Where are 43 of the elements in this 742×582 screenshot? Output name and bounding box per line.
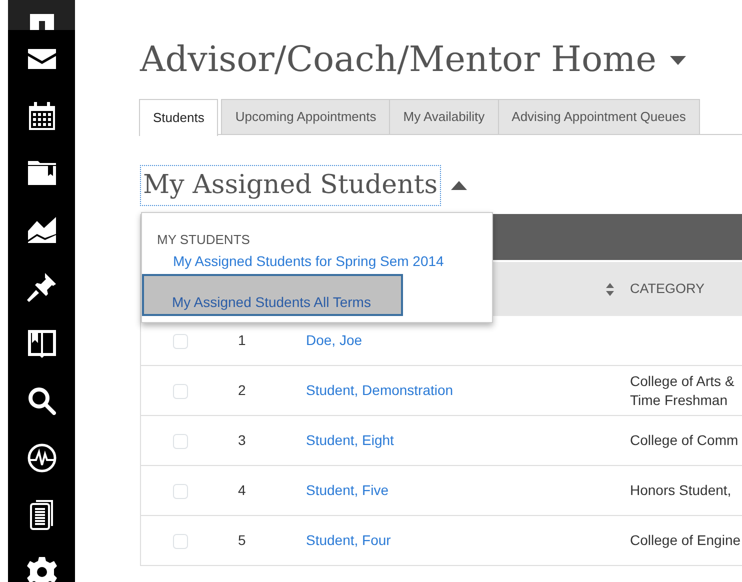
book-icon[interactable] (28, 330, 56, 358)
table-cell-text: Honors Student, (630, 481, 732, 500)
student-name-link[interactable]: Doe, Joe (306, 332, 362, 348)
row-number: 1 (238, 331, 247, 350)
documents-icon[interactable] (30, 500, 54, 530)
row-checkbox[interactable] (173, 384, 188, 399)
mail-icon[interactable] (28, 48, 56, 68)
settings-icon[interactable] (26, 556, 56, 582)
caret-icon[interactable] (670, 56, 686, 64)
tab[interactable]: Students (139, 99, 218, 136)
student-name-link[interactable]: Student, Demonstration (306, 382, 454, 398)
search-icon[interactable] (28, 386, 56, 414)
calendar-icon[interactable] (28, 102, 54, 130)
tab[interactable]: Upcoming Appointments (221, 99, 390, 134)
tab[interactable]: My Availability (389, 99, 499, 134)
pulse-icon[interactable] (26, 442, 56, 472)
sort-icon[interactable] (606, 282, 614, 296)
row-checkbox[interactable] (173, 534, 188, 549)
row-number: 4 (238, 481, 247, 500)
column-header[interactable]: CATEGORY (630, 278, 742, 300)
row-number: 2 (238, 381, 247, 400)
row-number: 5 (238, 531, 247, 550)
student-name-link[interactable]: Student, Eight (306, 432, 394, 448)
student-name-link[interactable]: Student, Four (306, 532, 391, 548)
row-checkbox[interactable] (173, 334, 188, 349)
table-cell-text: College of Arts & Time Freshman (630, 372, 736, 409)
home-icon[interactable] (28, 14, 54, 30)
list-heading-dropdown[interactable]: My Assigned Students (140, 164, 441, 206)
table-cell: College of Engine (630, 531, 742, 550)
pushpin-icon[interactable] (26, 272, 56, 302)
menu-item[interactable]: My Assigned Students for Spring Sem 2014 (142, 248, 492, 274)
page-title: Advisor/Coach/Mentor Home (140, 38, 656, 82)
menu-header: MY STUDENTS (157, 231, 251, 248)
row-checkbox[interactable] (173, 434, 188, 449)
tab[interactable]: Advising Appointment Queues (498, 99, 700, 134)
table-cell-text: College of Comm (630, 431, 740, 450)
folder-icon[interactable] (28, 160, 56, 184)
menu-item[interactable]: My Assigned Students All Terms (142, 274, 403, 316)
student-name-link[interactable]: Student, Five (306, 482, 388, 498)
area-chart-icon[interactable] (28, 216, 56, 242)
row-number: 3 (238, 431, 247, 450)
row-checkbox[interactable] (173, 484, 188, 499)
caret-icon[interactable] (450, 180, 467, 190)
